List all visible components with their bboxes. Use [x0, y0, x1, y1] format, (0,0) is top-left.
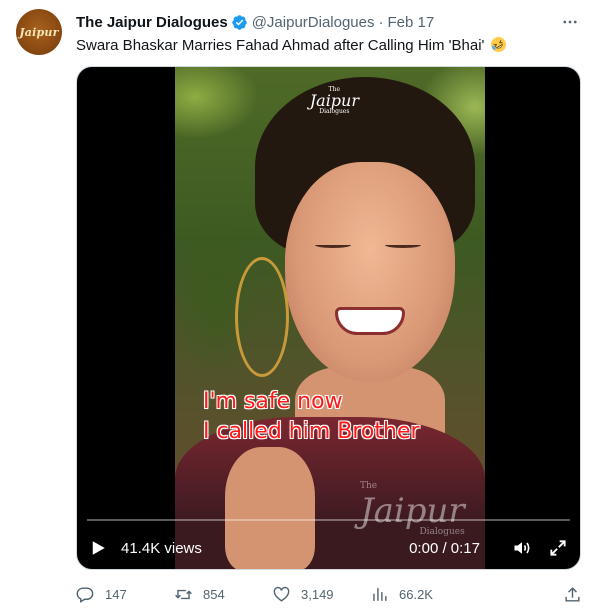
view-count: 66.2K: [399, 586, 433, 602]
video-progress-bar[interactable]: [87, 519, 570, 521]
tweet-actions: 147 854 3,149 66.2K: [76, 583, 582, 605]
video-player[interactable]: The Jaipur Dialogues The Jaipur Dialogue…: [76, 66, 581, 570]
views-button[interactable]: 66.2K: [370, 585, 468, 604]
video-frame: The Jaipur Dialogues The Jaipur Dialogue…: [175, 67, 485, 569]
video-controls: 41.4K views 0:00 / 0:17: [89, 537, 568, 559]
analytics-icon: [373, 587, 387, 601]
tweet-text: Swara Bhaskar Marries Fahad Ahmad after …: [76, 36, 582, 56]
reply-count: 147: [105, 586, 127, 602]
play-icon[interactable]: [89, 539, 107, 557]
watermark-bottom-small: The: [360, 481, 378, 491]
retweet-count: 854: [203, 586, 225, 602]
video-subject-face: [285, 162, 455, 382]
video-caption: I'm safe now I called him Brother: [203, 387, 420, 447]
avatar[interactable]: Jaipur: [16, 9, 62, 55]
tweet-header: The Jaipur Dialogues @JaipurDialogues · …: [76, 11, 582, 33]
reply-button[interactable]: 147: [76, 585, 174, 604]
video-caption-line-1: I'm safe now: [203, 389, 343, 414]
rolling-on-floor-laughing-icon: [490, 36, 506, 53]
tweet-date[interactable]: Feb 17: [388, 14, 435, 31]
video-subject-mouth: [335, 307, 405, 335]
video-subject-earring: [235, 257, 289, 377]
retweet-icon: [175, 589, 192, 599]
more-options-button[interactable]: [558, 10, 582, 34]
more-horizontal-icon: [563, 20, 577, 24]
tweet-text-body: Swara Bhaskar Marries Fahad Ahmad after …: [76, 37, 485, 54]
video-view-count: 41.4K views: [121, 539, 202, 557]
video-subject-eye-left: [315, 242, 351, 248]
verified-badge-icon: [231, 14, 247, 30]
avatar-logo: Jaipur: [19, 25, 59, 39]
share-button[interactable]: [563, 585, 582, 604]
like-count: 3,149: [301, 586, 334, 602]
heart-icon: [273, 586, 290, 602]
video-subject-eye-right: [385, 242, 421, 248]
share-icon: [565, 586, 580, 602]
like-button[interactable]: 3,149: [272, 585, 370, 604]
volume-icon[interactable]: [512, 538, 532, 558]
video-timestamp: 0:00 / 0:17: [409, 539, 480, 557]
video-caption-line-2: I called him Brother: [203, 419, 420, 444]
watermark-bottom-text: Jaipur: [360, 491, 465, 531]
retweet-button[interactable]: 854: [174, 585, 272, 604]
watermark-top-logo: The Jaipur Dialogues: [310, 87, 359, 115]
reply-icon: [76, 586, 94, 603]
separator-dot: ·: [378, 13, 384, 31]
display-name[interactable]: The Jaipur Dialogues: [76, 14, 228, 31]
handle[interactable]: @JaipurDialogues: [252, 14, 375, 31]
watermark-bottom-logo: The Jaipur Dialogues: [360, 481, 465, 537]
fullscreen-icon[interactable]: [548, 538, 568, 558]
